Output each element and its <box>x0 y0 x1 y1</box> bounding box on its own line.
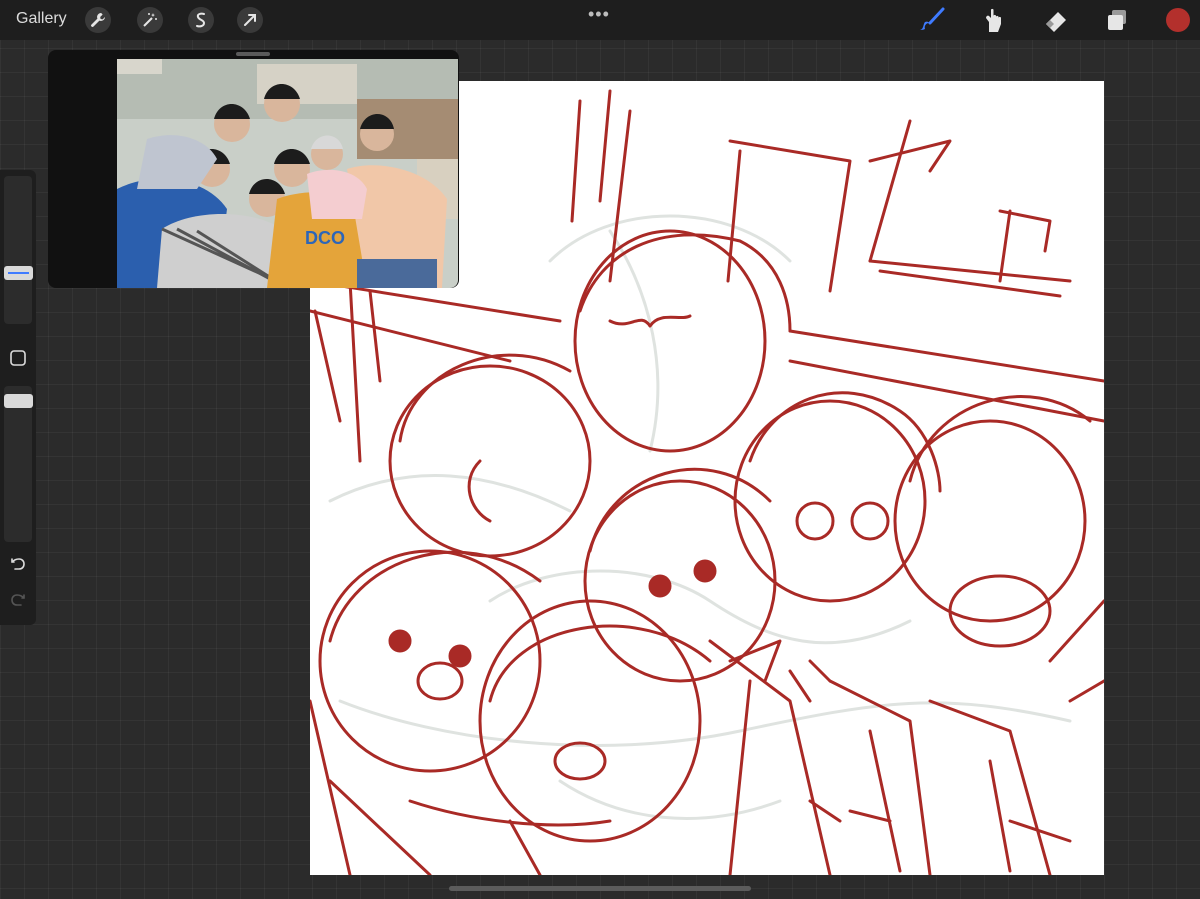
reference-photo: DCO <box>117 59 458 288</box>
reference-window[interactable]: DCO <box>48 50 459 288</box>
modify-square-icon[interactable] <box>8 348 28 368</box>
magic-wand-icon[interactable] <box>137 7 163 33</box>
transform-arrow-icon[interactable] <box>237 7 263 33</box>
smudge-icon[interactable] <box>980 6 1008 34</box>
opacity-thumb[interactable] <box>4 394 33 408</box>
brush-size-slider[interactable] <box>4 176 32 324</box>
more-options-button[interactable]: ••• <box>588 4 610 25</box>
home-indicator[interactable] <box>449 886 751 891</box>
wrench-icon[interactable] <box>85 7 111 33</box>
left-sidebar <box>0 170 36 625</box>
selection-icon[interactable] <box>188 7 214 33</box>
top-toolbar: Gallery ••• <box>0 0 1200 40</box>
redo-icon[interactable] <box>8 592 28 612</box>
brush-size-thumb[interactable] <box>4 266 33 280</box>
opacity-slider[interactable] <box>4 386 32 542</box>
layers-icon[interactable] <box>1103 6 1131 34</box>
brush-icon[interactable] <box>918 6 946 34</box>
gallery-button[interactable]: Gallery <box>16 10 67 28</box>
reference-drag-handle[interactable] <box>236 52 270 56</box>
color-picker-button[interactable] <box>1166 8 1190 32</box>
undo-icon[interactable] <box>8 556 28 576</box>
eraser-icon[interactable] <box>1042 6 1070 34</box>
shirt-text: DCO <box>305 228 345 248</box>
